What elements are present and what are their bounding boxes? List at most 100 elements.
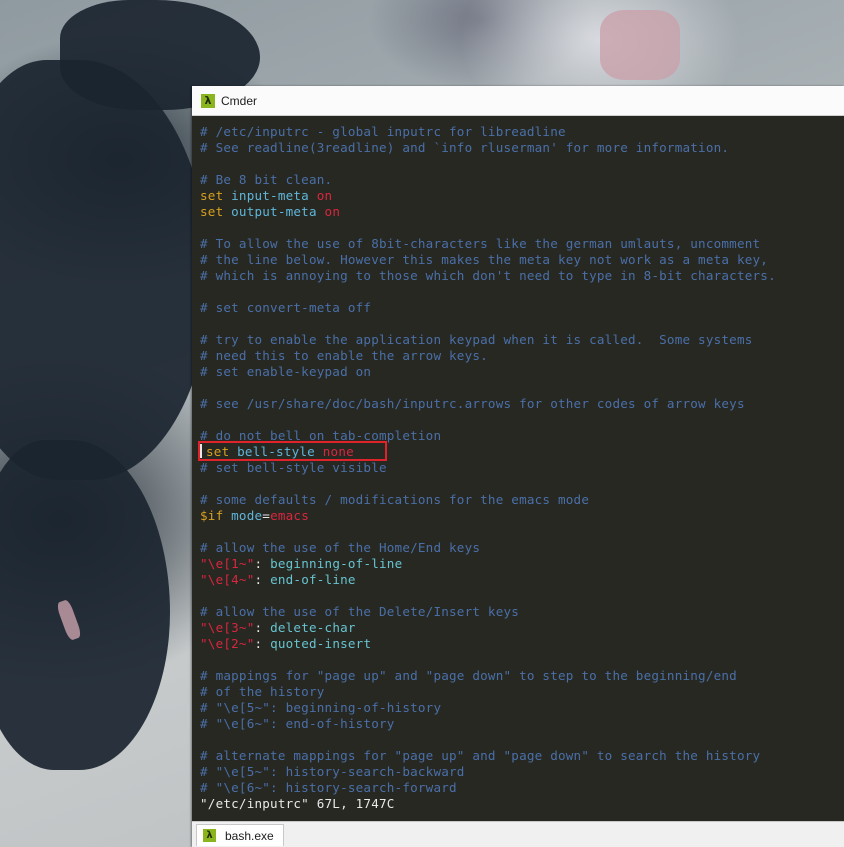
- terminal-line: # allow the use of the Home/End keys: [192, 540, 844, 556]
- terminal-line: # which is annoying to those which don't…: [192, 268, 844, 284]
- terminal-text-segment: # "\e[6~": history-search-forward: [200, 780, 457, 795]
- terminal-text-segment: # do not bell on tab-completion: [200, 428, 442, 443]
- terminal-line: # do not bell on tab-completion: [192, 428, 844, 444]
- terminal-text-segment: # mappings for "page up" and "page down"…: [200, 668, 737, 683]
- terminal-text-segment: end-of-line: [270, 572, 356, 587]
- terminal-output[interactable]: # /etc/inputrc - global inputrc for libr…: [192, 124, 844, 814]
- terminal-text-segment: "\e[4~": [200, 572, 255, 587]
- terminal-text-segment: :: [254, 556, 271, 571]
- terminal-text-segment: "\e[2~": [200, 636, 255, 651]
- terminal-text-segment: :: [254, 620, 271, 635]
- terminal-line: set output-meta on: [192, 204, 844, 220]
- terminal-text-segment: set: [200, 204, 232, 219]
- terminal-text-segment: set: [206, 444, 238, 459]
- terminal-text-segment: quoted-insert: [270, 636, 372, 651]
- terminal-text-segment: none: [322, 444, 354, 459]
- terminal-text-segment: input-meta: [231, 188, 317, 203]
- terminal-line: # mappings for "page up" and "page down"…: [192, 668, 844, 684]
- terminal-line: # "\e[6~": history-search-forward: [192, 780, 844, 796]
- terminal-line: # set bell-style visible: [192, 460, 844, 476]
- terminal-line: # "\e[6~": end-of-history: [192, 716, 844, 732]
- terminal-text-segment: # set convert-meta off: [200, 300, 372, 315]
- terminal-line: # allow the use of the Delete/Insert key…: [192, 604, 844, 620]
- terminal-text-segment: emacs: [270, 508, 309, 523]
- terminal-line: # see /usr/share/doc/bash/inputrc.arrows…: [192, 396, 844, 412]
- terminal-line: "\e[1~": beginning-of-line: [192, 556, 844, 572]
- terminal-text-segment: # some defaults / modifications for the …: [200, 492, 590, 507]
- tab-label: bash.exe: [225, 828, 274, 843]
- terminal-text-segment: on: [324, 204, 341, 219]
- console-tab-bar: λ bash.exe: [192, 821, 844, 847]
- terminal-text-segment: # allow the use of the Home/End keys: [200, 540, 481, 555]
- terminal-text-segment: =: [262, 508, 271, 523]
- terminal-text-segment: # need this to enable the arrow keys.: [200, 348, 488, 363]
- terminal-text-segment: # alternate mappings for "page up" and "…: [200, 748, 761, 763]
- terminal-text-segment: :: [254, 572, 271, 587]
- terminal-text-segment: # the line below. However this makes the…: [200, 252, 769, 267]
- terminal-text-segment: # which is annoying to those which don't…: [200, 268, 776, 283]
- terminal-line: # need this to enable the arrow keys.: [192, 348, 844, 364]
- terminal-line: # To allow the use of 8bit-characters li…: [192, 236, 844, 252]
- terminal-text-segment: "\e[1~": [200, 556, 255, 571]
- terminal-text-segment: bell-style: [237, 444, 323, 459]
- terminal-text-segment: :: [254, 636, 271, 651]
- terminal-line: # of the history: [192, 684, 844, 700]
- terminal-text-segment: beginning-of-line: [270, 556, 403, 571]
- terminal-line: # "\e[5~": beginning-of-history: [192, 700, 844, 716]
- terminal-line: # "\e[5~": history-search-backward: [192, 764, 844, 780]
- terminal-line: # /etc/inputrc - global inputrc for libr…: [192, 124, 844, 140]
- terminal-text-segment: $if: [200, 508, 232, 523]
- terminal-line: set input-meta on: [192, 188, 844, 204]
- terminal-line: $if mode=emacs: [192, 508, 844, 524]
- terminal-text-segment: # To allow the use of 8bit-characters li…: [200, 236, 761, 251]
- wallpaper-figure-hair: [0, 60, 210, 480]
- terminal-text-segment: # "\e[5~": history-search-backward: [200, 764, 465, 779]
- terminal-line: # try to enable the application keypad w…: [192, 332, 844, 348]
- terminal-text-segment: # set enable-keypad on: [200, 364, 372, 379]
- terminal-line: # Be 8 bit clean.: [192, 172, 844, 188]
- terminal-text-segment: "\e[3~": [200, 620, 255, 635]
- text-cursor: [200, 444, 202, 458]
- terminal-text-segment: # "\e[6~": end-of-history: [200, 716, 395, 731]
- terminal-text-segment: # see /usr/share/doc/bash/inputrc.arrows…: [200, 396, 745, 411]
- window-title: Cmder: [221, 93, 258, 108]
- terminal-line: "\e[4~": end-of-line: [192, 572, 844, 588]
- terminal-line: "/etc/inputrc" 67L, 1747C: [192, 796, 844, 812]
- terminal-text-segment: # See readline(3readline) and `info rlus…: [200, 140, 730, 155]
- terminal-text-segment: # "\e[5~": beginning-of-history: [200, 700, 442, 715]
- terminal-text-segment: delete-char: [270, 620, 356, 635]
- wallpaper-figure-hair-lower: [0, 440, 170, 770]
- terminal-text-segment: # Be 8 bit clean.: [200, 172, 333, 187]
- terminal-text-segment: set: [200, 188, 232, 203]
- terminal-line: set bell-style none: [192, 444, 844, 460]
- terminal-text-segment: # try to enable the application keypad w…: [200, 332, 753, 347]
- wallpaper-flower: [600, 10, 680, 80]
- terminal-text-segment: # set bell-style visible: [200, 460, 387, 475]
- terminal-line: # See readline(3readline) and `info rlus…: [192, 140, 844, 156]
- window-titlebar[interactable]: λ Cmder: [192, 86, 844, 116]
- terminal-text-segment: on: [316, 188, 333, 203]
- terminal-text-segment: "/etc/inputrc" 67L, 1747C: [200, 796, 395, 811]
- terminal-line: "\e[2~": quoted-insert: [192, 636, 844, 652]
- cmder-window: λ Cmder # /etc/inputrc - global inputrc …: [192, 86, 844, 847]
- terminal-line: # the line below. However this makes the…: [192, 252, 844, 268]
- terminal-text-segment: output-meta: [231, 204, 325, 219]
- terminal-line: "\e[3~": delete-char: [192, 620, 844, 636]
- terminal-text-segment: # /etc/inputrc - global inputrc for libr…: [200, 124, 566, 139]
- terminal-line: # set enable-keypad on: [192, 364, 844, 380]
- cmder-lambda-icon: λ: [201, 93, 215, 108]
- tab-bash[interactable]: λ bash.exe: [196, 824, 284, 846]
- terminal-line: # set convert-meta off: [192, 300, 844, 316]
- terminal-text-segment: # allow the use of the Delete/Insert key…: [200, 604, 520, 619]
